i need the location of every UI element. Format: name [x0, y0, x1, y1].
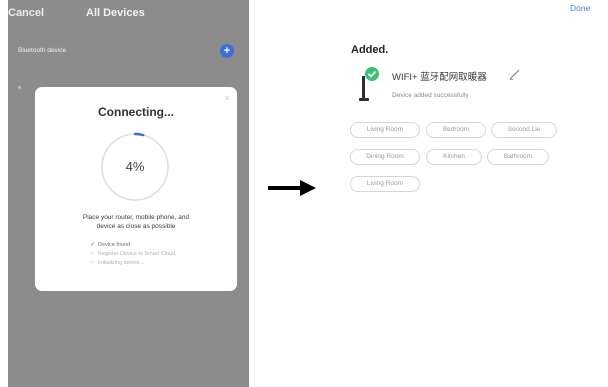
progress-percentage: 4% [125, 159, 145, 174]
comparison-stage: Cancel All Devices Bluetooth device + × … [0, 0, 608, 387]
room-chip[interactable]: Bedroom [426, 122, 486, 138]
step-label: Initializing device... [98, 259, 145, 266]
room-chip[interactable]: Living Room [350, 176, 420, 192]
add-device-icon[interactable]: + [220, 44, 234, 58]
connecting-title: Connecting... [98, 105, 174, 119]
device-name: WIFI+ 蓝牙配网取暖器 [392, 72, 487, 83]
step-register-cloud: ○ Register Device to Smart Cloud. [90, 249, 230, 258]
connecting-dialog: × Connecting... 4% Place your router, mo… [35, 87, 237, 291]
device-status: Device added successfully [392, 92, 469, 99]
placement-advice: Place your router, mobile phone, and dev… [35, 214, 237, 231]
pending-circle-icon: ○ [90, 250, 94, 257]
advice-line-2: device as close as possible [96, 222, 176, 230]
room-chip[interactable]: Second Lie [491, 122, 557, 138]
check-icon: ✓ [90, 242, 96, 248]
done-button[interactable]: Done [570, 3, 590, 13]
list-dot [18, 86, 21, 89]
top-navigation-bar: Cancel All Devices [8, 0, 249, 28]
edit-pencil-icon[interactable] [509, 69, 520, 80]
room-chip[interactable]: Dining Room [350, 149, 420, 165]
step-label: Device found [98, 241, 131, 248]
step-initializing: ○ Initializing device... [90, 258, 230, 267]
advice-line-1: Place your router, mobile phone, and [82, 214, 190, 221]
step-device-found: ✓ Device found [90, 240, 230, 249]
close-icon[interactable]: × [225, 93, 230, 103]
page-title: All Devices [86, 7, 145, 19]
right-arrow-icon [268, 180, 316, 196]
heater-device-icon [359, 67, 379, 101]
room-chip[interactable]: Bathroom [487, 149, 549, 165]
bluetooth-device-row[interactable]: Bluetooth device + [8, 32, 249, 70]
added-heading: Added. [351, 44, 389, 56]
step-label: Register Device to Smart Cloud. [98, 250, 177, 257]
cancel-button[interactable]: Cancel [8, 7, 44, 19]
room-chip[interactable]: Kitchen [426, 149, 482, 165]
room-chip[interactable]: Living Room [350, 122, 420, 138]
pending-circle-icon: ○ [90, 259, 94, 266]
bluetooth-device-label: Bluetooth device [18, 47, 67, 54]
connection-steps: ✓ Device found ○ Register Device to Smar… [90, 240, 230, 267]
all-devices-screen: Cancel All Devices Bluetooth device + × … [8, 0, 249, 387]
